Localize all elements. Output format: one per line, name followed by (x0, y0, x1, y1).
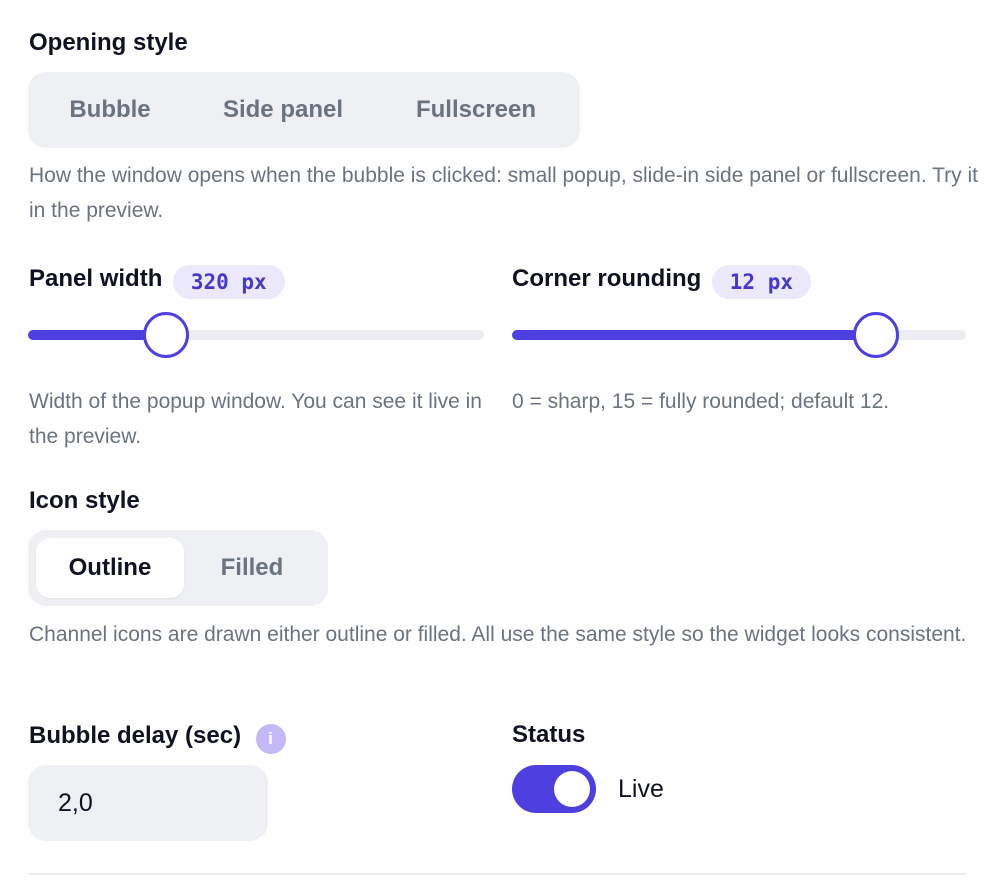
icon-style-help: Channel icons are drawn either outline o… (29, 623, 967, 646)
status-label: Status (512, 721, 586, 748)
panel-width-help: Width of the popup window. You can see i… (29, 390, 482, 448)
corner-rounding-slider[interactable] (512, 312, 966, 358)
bubble-delay-label: Bubble delay (sec) (29, 722, 242, 749)
bubble-delay-header: Bubble delay (sec) i (29, 719, 286, 754)
status-toggle-label: Live (618, 775, 664, 803)
corner-rounding-value-badge: 12 px (711, 264, 811, 299)
opening-style-help: How the window opens when the bubble is … (29, 164, 978, 222)
info-icon[interactable]: i (255, 723, 286, 754)
corner-rounding-slider-thumb[interactable] (853, 312, 899, 358)
panel-width-value-badge: 320 px (172, 264, 285, 299)
panel-width-slider[interactable] (28, 312, 484, 358)
panel-width-label: Panel width (29, 265, 163, 292)
status-toggle[interactable] (512, 765, 596, 813)
panel-width-header: Panel width 320 px (29, 261, 285, 299)
opening-style-segmented-control: Bubble Side panel Fullscreen (28, 72, 580, 148)
opening-style-bubble-option[interactable]: Bubble (36, 80, 184, 140)
divider (28, 873, 966, 875)
icon-style-label: Icon style (29, 487, 140, 514)
icon-style-segmented-control: Outline Filled (28, 530, 328, 606)
corner-rounding-slider-fill (512, 330, 875, 340)
icon-style-filled-option[interactable]: Filled (184, 538, 320, 598)
opening-style-fullscreen-option[interactable]: Fullscreen (382, 80, 570, 140)
icon-style-outline-option[interactable]: Outline (36, 538, 184, 598)
panel-width-slider-thumb[interactable] (143, 312, 189, 358)
corner-rounding-header: Corner rounding 12 px (512, 261, 811, 299)
status-toggle-knob (554, 771, 590, 807)
bubble-delay-input[interactable]: 2,0 (28, 765, 268, 841)
corner-rounding-label: Corner rounding (512, 265, 702, 292)
opening-style-side-panel-option[interactable]: Side panel (184, 80, 382, 140)
corner-rounding-help: 0 = sharp, 15 = fully rounded; default 1… (512, 390, 890, 413)
opening-style-label: Opening style (29, 29, 188, 56)
